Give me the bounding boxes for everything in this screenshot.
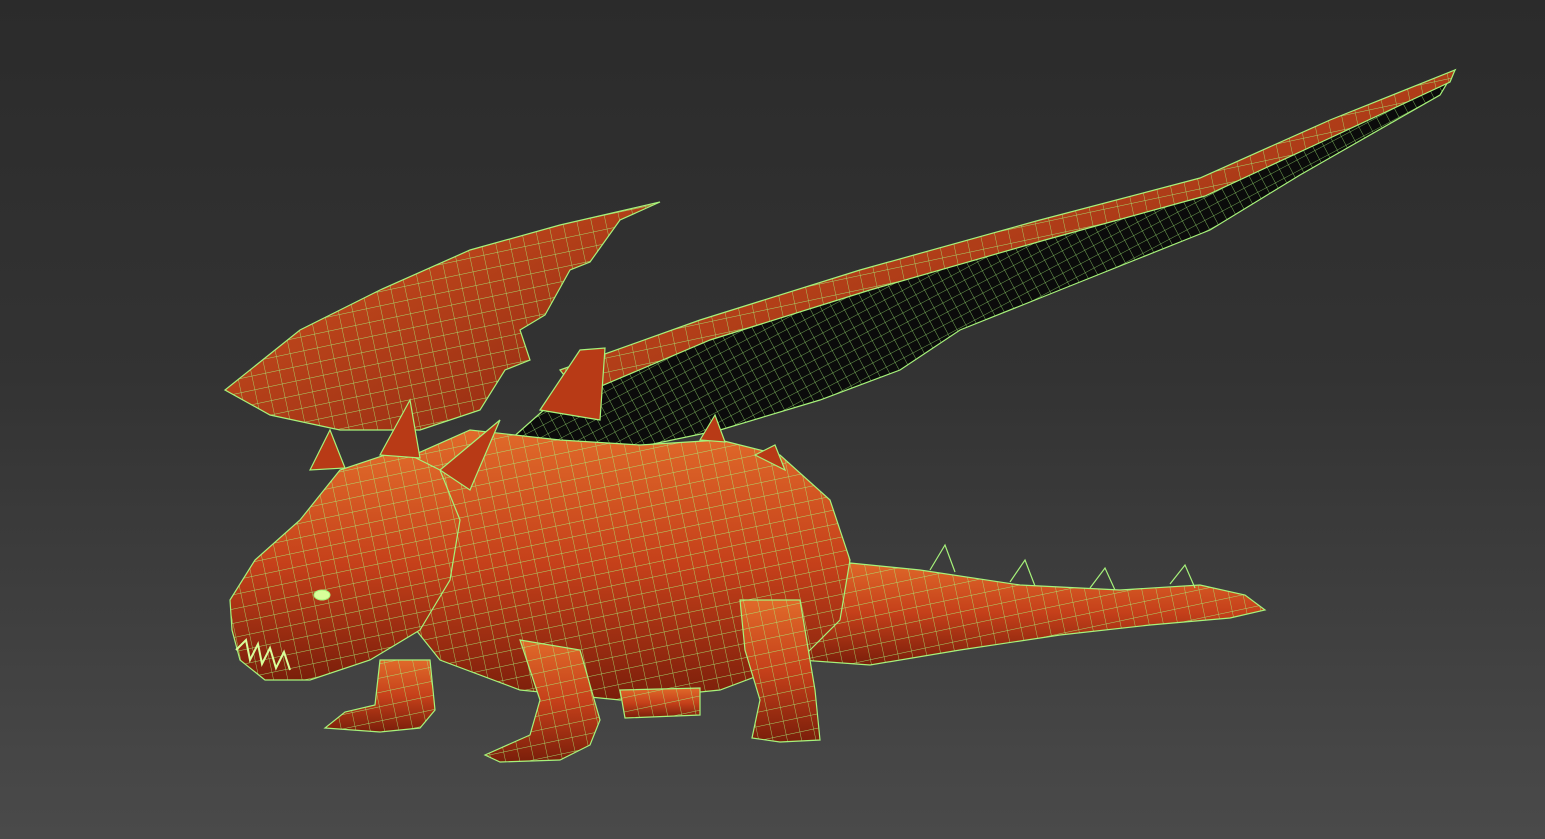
- tail: [799, 543, 1267, 666]
- right-wing: [508, 68, 1457, 456]
- 3d-viewport[interactable]: [0, 0, 1545, 839]
- dragon-model: [223, 68, 1457, 763]
